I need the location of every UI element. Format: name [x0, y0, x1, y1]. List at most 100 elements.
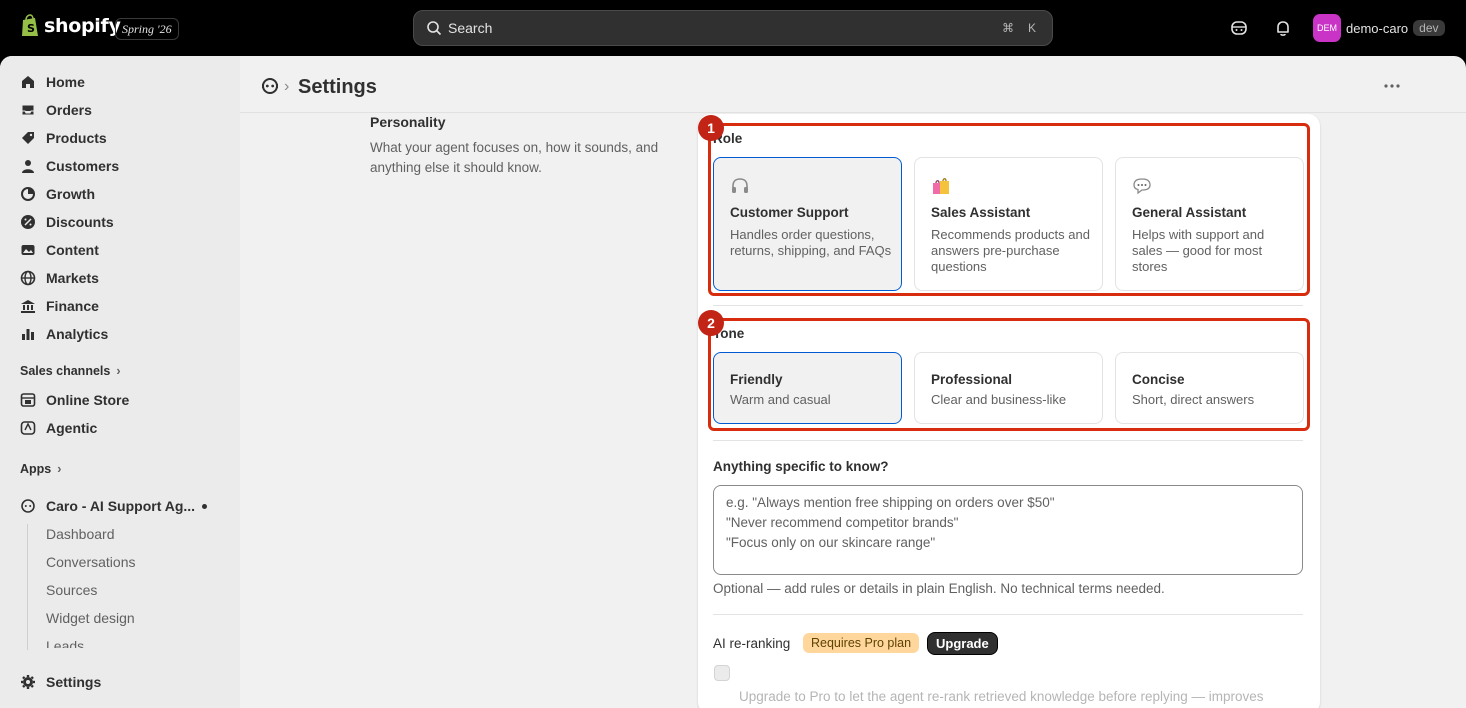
subnav-line — [27, 524, 28, 650]
sidebar: Home Orders Products Customers Growth Di… — [0, 56, 240, 708]
upgrade-button[interactable]: Upgrade — [927, 632, 998, 655]
specific-textarea[interactable]: e.g. "Always mention free shipping on or… — [713, 485, 1303, 575]
tag-icon — [22, 132, 34, 144]
divider — [713, 614, 1303, 615]
chevron-right-icon: › — [57, 462, 62, 476]
subnav-item-dashboard[interactable]: Dashboard — [46, 526, 115, 542]
admin-frame: Home Orders Products Customers Growth Di… — [0, 56, 1466, 708]
sidebar-item-label: Markets — [46, 270, 99, 286]
sidebar-item-finance[interactable]: Finance — [8, 292, 232, 320]
search-icon — [427, 21, 442, 36]
bars-icon — [22, 329, 34, 340]
home-icon — [22, 76, 34, 88]
apps-label: Apps — [20, 462, 52, 476]
shopify-logo[interactable]: S shopify — [20, 14, 121, 38]
agentic-icon — [20, 421, 36, 435]
inbox-icon — [21, 104, 35, 116]
sidebar-item-discounts[interactable]: Discounts — [8, 208, 232, 236]
store-switcher[interactable]: DEM demo-caro dev — [1313, 14, 1445, 42]
assistant-icon[interactable] — [1229, 18, 1249, 38]
brand-name: shopify — [44, 15, 121, 37]
sidebar-item-home[interactable]: Home — [8, 68, 232, 96]
sidebar-item-label: Discounts — [46, 214, 114, 230]
top-bar: S shopify Spring '26 Search ⌘ K DEM demo… — [0, 0, 1466, 56]
bell-icon[interactable] — [1273, 18, 1293, 38]
subnav-item-leads[interactable]: Leads — [46, 638, 84, 648]
sidebar-item-label: Content — [46, 242, 99, 258]
search-placeholder: Search — [448, 20, 493, 36]
annotation-marker-2: 2 — [698, 310, 724, 336]
reranking-description: Upgrade to Pro to let the agent re-rank … — [739, 689, 1264, 704]
sidebar-item-caro-app[interactable]: Caro - AI Support Ag... — [8, 492, 232, 520]
sidebar-item-label: Agentic — [46, 420, 98, 436]
section-title: Personality — [370, 114, 446, 130]
more-actions-icon[interactable] — [1380, 76, 1404, 96]
svg-text:S: S — [27, 22, 35, 35]
caro-app-icon — [21, 499, 35, 513]
store-icon — [20, 393, 36, 407]
chevron-right-icon: › — [116, 364, 121, 378]
sidebar-item-content[interactable]: Content — [8, 236, 232, 264]
discount-icon — [21, 215, 35, 229]
subnav-item-sources[interactable]: Sources — [46, 582, 97, 598]
sidebar-item-label: Settings — [46, 674, 102, 690]
sidebar-item-label: Online Store — [46, 392, 130, 408]
gear-icon — [21, 675, 35, 689]
reranking-label: AI re-ranking — [713, 636, 791, 651]
search-input[interactable]: Search ⌘ K — [413, 10, 1053, 46]
app-pin-dot — [202, 504, 207, 509]
sidebar-item-label: Analytics — [46, 326, 109, 342]
shortcut-cmd: ⌘ — [1002, 21, 1014, 35]
caro-app-icon[interactable] — [260, 76, 280, 96]
sidebar-item-label: Customers — [46, 158, 120, 174]
sidebar-item-label: Products — [46, 130, 107, 146]
annotation-box-role — [708, 123, 1310, 296]
breadcrumb-chevron-icon: › — [284, 78, 290, 95]
pro-plan-badge: Requires Pro plan — [803, 633, 920, 653]
sidebar-item-markets[interactable]: Markets — [8, 264, 232, 292]
main-content: › Settings Personality What your agent f… — [240, 56, 1466, 708]
store-name: demo-caro — [1346, 20, 1409, 36]
placeholder-line: e.g. "Always mention free shipping on or… — [726, 495, 1055, 510]
subnav-item-conversations[interactable]: Conversations — [46, 554, 136, 570]
apps-heading[interactable]: Apps › — [20, 462, 61, 476]
divider — [713, 440, 1303, 441]
sidebar-item-settings[interactable]: Settings — [8, 668, 232, 696]
specific-help-text: Optional — add rules or details in plain… — [713, 581, 1165, 596]
placeholder-line: "Never recommend competitor brands" — [726, 515, 959, 530]
sidebar-item-label: Caro - AI Support Ag... — [46, 498, 196, 514]
sidebar-item-agentic[interactable]: Agentic — [8, 414, 232, 442]
sidebar-item-label: Orders — [46, 102, 92, 118]
subnav-item-widget-design[interactable]: Widget design — [46, 610, 135, 626]
sidebar-item-orders[interactable]: Orders — [8, 96, 232, 124]
shopify-bag-icon: S — [22, 14, 38, 36]
image-icon — [21, 245, 35, 255]
sidebar-item-label: Finance — [46, 298, 99, 314]
bank-icon — [21, 300, 35, 313]
page-title: Settings — [298, 76, 377, 98]
sidebar-item-products[interactable]: Products — [8, 124, 232, 152]
avatar: DEM — [1313, 14, 1341, 42]
sales-channels-heading[interactable]: Sales channels › — [20, 364, 121, 378]
annotation-box-tone — [708, 318, 1310, 431]
sidebar-item-online-store[interactable]: Online Store — [8, 386, 232, 414]
page-header: › Settings — [240, 56, 1466, 113]
divider — [713, 305, 1303, 306]
person-icon — [22, 160, 34, 173]
sidebar-item-growth[interactable]: Growth — [8, 180, 232, 208]
sales-channels-label: Sales channels — [20, 364, 111, 378]
section-description: What your agent focuses on, how it sound… — [370, 140, 659, 175]
placeholder-line: "Focus only on our skincare range" — [726, 535, 936, 550]
sidebar-item-analytics[interactable]: Analytics — [8, 320, 232, 348]
annotation-marker-1: 1 — [698, 115, 724, 141]
chart-icon — [21, 187, 35, 201]
sidebar-item-customers[interactable]: Customers — [8, 152, 232, 180]
env-badge: dev — [1413, 20, 1445, 36]
globe-icon — [20, 270, 36, 286]
shortcut-key: K — [1027, 21, 1036, 35]
sidebar-item-label: Growth — [46, 186, 95, 202]
edition-badge[interactable]: Spring '26 — [115, 18, 179, 40]
specific-label: Anything specific to know? — [713, 459, 889, 474]
sidebar-item-label: Home — [46, 74, 85, 90]
reranking-checkbox[interactable] — [714, 665, 730, 681]
